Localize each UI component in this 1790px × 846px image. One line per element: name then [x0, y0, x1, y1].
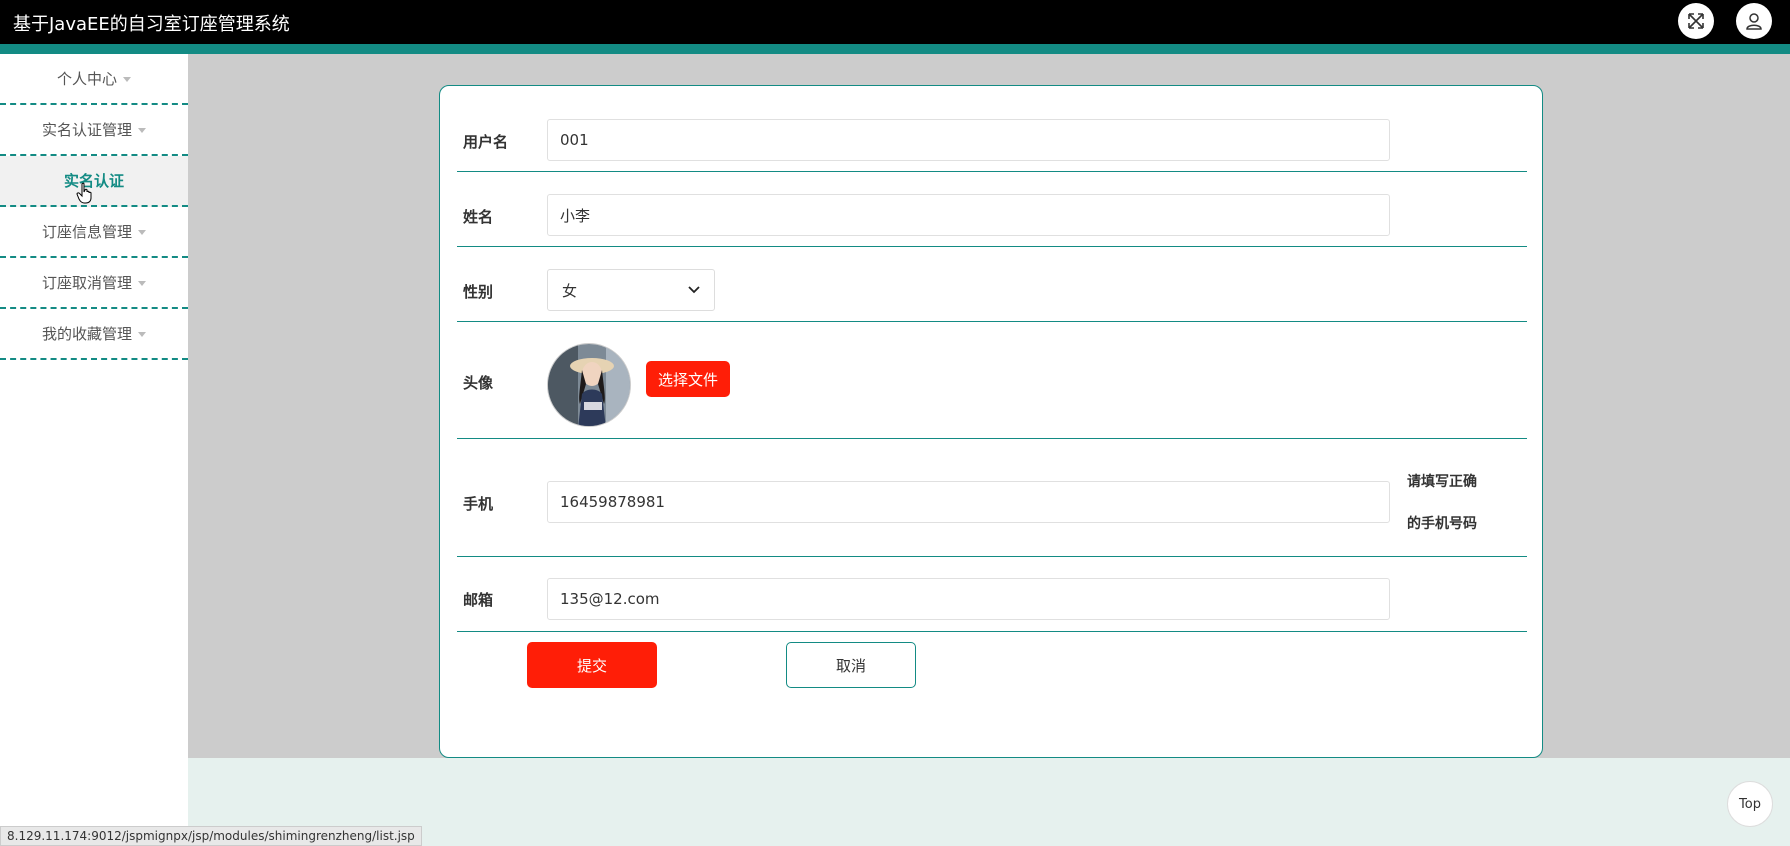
caret-down-icon [138, 128, 146, 133]
email-input[interactable] [547, 578, 1390, 620]
phone-hint: 请填写正确 的手机号码 [1407, 461, 1527, 545]
sidebar-subitem-realname[interactable]: 实名认证 [0, 156, 188, 207]
avatar-image [547, 343, 631, 427]
cancel-button[interactable]: 取消 [786, 642, 916, 688]
phone-hint-line2: 的手机号码 [1407, 516, 1477, 532]
sidebar-item-realname-management[interactable]: 实名认证管理 [0, 105, 188, 156]
phone-label: 手机 [463, 495, 494, 513]
gender-label: 性别 [463, 283, 494, 301]
sidebar-item-label: 订座取消管理 [41, 274, 132, 292]
gender-select[interactable]: 女 [547, 269, 715, 311]
content-footer [188, 758, 1790, 846]
form-row-phone: 手机 请填写正确 的手机号码 [457, 439, 1527, 557]
sidebar-item-booking-cancel[interactable]: 订座取消管理 [0, 258, 188, 309]
name-input[interactable] [547, 194, 1390, 236]
user-icon [1746, 13, 1762, 30]
caret-down-icon [138, 230, 146, 235]
form-row-name: 姓名 [457, 172, 1527, 247]
sidebar: 个人中心 实名认证管理 实名认证 订座信息管理 订座取消管理 我的收藏管理 [0, 54, 188, 846]
phone-input[interactable] [547, 481, 1390, 523]
form-row-avatar: 头像 选择文件 [457, 322, 1527, 439]
form-row-email: 邮箱 [457, 557, 1527, 632]
fullscreen-icon [1688, 13, 1704, 29]
phone-hint-line1: 请填写正确 [1407, 474, 1477, 490]
email-label: 邮箱 [463, 591, 494, 609]
app-title: 基于JavaEE的自习室订座管理系统 [13, 14, 290, 35]
sidebar-item-personal-center[interactable]: 个人中心 [0, 54, 188, 105]
top-header: 基于JavaEE的自习室订座管理系统 [0, 0, 1790, 44]
header-accent-bar [0, 44, 1790, 54]
gender-selected-value: 女 [562, 281, 578, 300]
sidebar-item-label: 我的收藏管理 [41, 325, 132, 343]
form-row-gender: 性别 女 [457, 247, 1527, 322]
avatar-photo [548, 344, 630, 426]
fullscreen-button[interactable] [1678, 3, 1714, 39]
username-label: 用户名 [463, 133, 509, 151]
caret-down-icon [123, 77, 131, 82]
sidebar-item-label: 订座信息管理 [41, 223, 132, 241]
caret-down-icon [138, 332, 146, 337]
chevron-down-icon [688, 286, 700, 294]
hand-cursor-icon [76, 182, 92, 204]
caret-down-icon [138, 281, 146, 286]
submit-button[interactable]: 提交 [527, 642, 657, 688]
sidebar-item-label: 个人中心 [56, 70, 117, 88]
status-bar-url: 8.129.11.174:9012/jspmignpx/jsp/modules/… [0, 826, 422, 846]
sidebar-item-booking-info[interactable]: 订座信息管理 [0, 207, 188, 258]
choose-file-button[interactable]: 选择文件 [646, 361, 730, 397]
username-input[interactable] [547, 119, 1390, 161]
realname-form-card: 用户名 姓名 性别 女 头像 [439, 85, 1543, 758]
name-label: 姓名 [463, 208, 494, 226]
user-button[interactable] [1736, 3, 1772, 39]
sidebar-item-label: 实名认证管理 [41, 121, 132, 139]
avatar-label: 头像 [463, 374, 494, 392]
sidebar-item-my-favorites[interactable]: 我的收藏管理 [0, 309, 188, 360]
form-row-username: 用户名 [457, 86, 1527, 172]
back-to-top-button[interactable]: Top [1727, 781, 1773, 827]
